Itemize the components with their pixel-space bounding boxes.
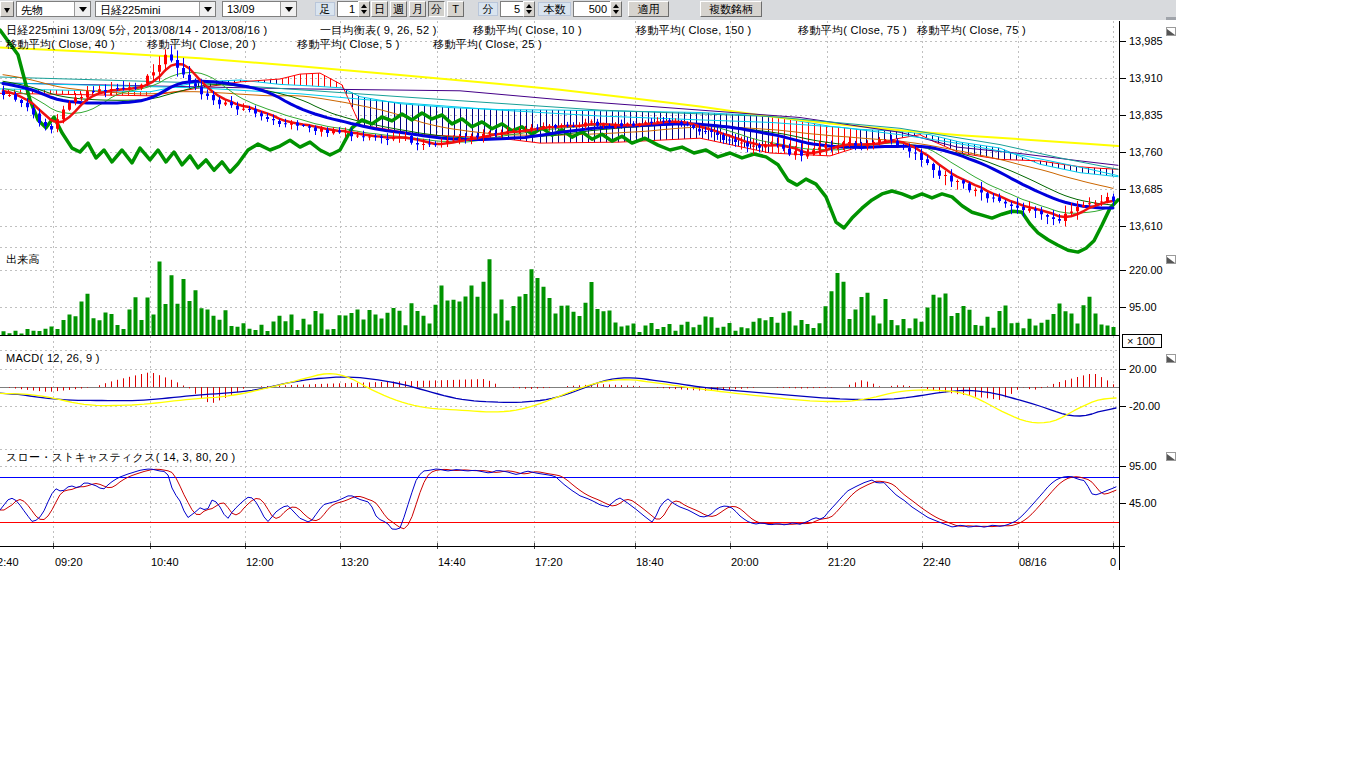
- time-axis-label: 14:40: [438, 556, 466, 568]
- apply-button[interactable]: 適用: [628, 1, 669, 17]
- bar-interval-spinner[interactable]: [358, 1, 370, 17]
- price-axis-label: 13,760: [1129, 146, 1163, 158]
- pane-resize-icon[interactable]: [1167, 453, 1176, 461]
- stoch-axis-label: 45.00: [1129, 497, 1157, 509]
- time-axis-label: 0: [1110, 556, 1116, 568]
- time-axis-label: 12:00: [246, 556, 274, 568]
- multi-symbol-button[interactable]: 複数銘柄: [700, 1, 762, 17]
- volume-multiplier-badge: × 100: [1122, 334, 1162, 348]
- stochastics-pane: [0, 478, 1119, 523]
- volume-axis-label: 95.00: [1129, 301, 1157, 313]
- chart-canvas[interactable]: 13,985 13,910 13,835 13,760 13,685 13,610 220.…: [0, 0, 1176, 600]
- minute-input[interactable]: 5: [500, 1, 524, 17]
- legend-symbol: 日経225mini 13/09( 5分, 2013/08/14 - 2013/0…: [6, 23, 267, 38]
- pane-resize-icon[interactable]: [1167, 355, 1176, 363]
- toolbar-edge-strip: [1166, 17, 1176, 20]
- toolbar: 先物 日経225mini 13/09 足 1 日 週 月 分 T 分 5 本数 …: [0, 0, 1176, 20]
- time-axis-label: 18:40: [636, 556, 664, 568]
- pane-resize-icon[interactable]: [1167, 256, 1176, 264]
- legend-ma10: 移動平均( Close, 10 ): [473, 23, 582, 38]
- instrument-type-select[interactable]: 先物: [16, 1, 91, 17]
- instrument-type-value: 先物: [17, 2, 74, 16]
- time-axis-label: 10:40: [151, 556, 179, 568]
- price-axis-label: 13,985: [1129, 35, 1163, 47]
- gridlines: [0, 21, 1119, 549]
- trading-chart-app: 13,985 13,910 13,835 13,760 13,685 13,610 220.…: [0, 0, 1366, 768]
- legend-ma40: 移動平均( Close, 40 ): [6, 37, 115, 52]
- price-axis-label: 13,835: [1129, 109, 1163, 121]
- pane-resize-icon[interactable]: [1167, 28, 1176, 36]
- minute-spinner[interactable]: [523, 1, 535, 17]
- time-axis-label: 21:20: [828, 556, 856, 568]
- legend-ichimoku: 一目均衡表( 9, 26, 52 ): [320, 23, 437, 38]
- period-day-button[interactable]: 日: [371, 1, 388, 17]
- bar-count-label: 本数: [538, 2, 571, 16]
- time-axis-label: 20:00: [731, 556, 759, 568]
- bar-interval-input[interactable]: 1: [337, 1, 359, 17]
- period-tick-button[interactable]: T: [447, 1, 464, 17]
- time-axis-label: 02:40: [0, 556, 19, 568]
- minute-label: 分: [478, 2, 498, 16]
- legend-ma75-2: 移動平均( Close, 75 ): [917, 23, 1026, 38]
- volume-pane-label: 出来高: [6, 252, 40, 267]
- mini-dropdown-button[interactable]: [0, 1, 14, 17]
- price-axis-label: 13,610: [1129, 220, 1163, 232]
- macd-pane-label: MACD( 12, 26, 9 ): [6, 352, 100, 364]
- contract-month-select[interactable]: 13/09: [222, 1, 297, 17]
- legend-ma150: 移動平均( Close, 150 ): [636, 23, 751, 38]
- period-week-button[interactable]: 週: [390, 1, 407, 17]
- macd-axis-label: 20.00: [1129, 363, 1157, 375]
- time-axis-label: 17:20: [535, 556, 563, 568]
- time-axis-label: 08/16: [1019, 556, 1047, 568]
- symbol-value: 日経225mini: [96, 2, 199, 16]
- bar-count-input[interactable]: 500: [573, 1, 611, 17]
- contract-month-value: 13/09: [223, 2, 280, 16]
- price-axis-label: 13,685: [1129, 183, 1163, 195]
- bar-count-spinner[interactable]: [610, 1, 622, 17]
- time-axis-label: 22:40: [923, 556, 951, 568]
- legend-ma25: 移動平均( Close, 25 ): [433, 37, 542, 52]
- stoch-axis-label: 95.00: [1129, 460, 1157, 472]
- period-month-button[interactable]: 月: [409, 1, 426, 17]
- chevron-down-icon[interactable]: [199, 2, 215, 16]
- axes: 13,985 13,910 13,835 13,760 13,685 13,610 220.…: [0, 21, 1176, 570]
- period-minute-button[interactable]: 分: [428, 1, 445, 17]
- time-axis-label: 13:20: [341, 556, 369, 568]
- chevron-down-icon[interactable]: [280, 2, 296, 16]
- stoch-pane-label: スロー・ストキャスティクス( 14, 3, 80, 20 ): [6, 450, 235, 465]
- symbol-select[interactable]: 日経225mini: [95, 1, 216, 17]
- stoch-d-line: [0, 469, 1116, 529]
- legend-ma5: 移動平均( Close, 5 ): [297, 37, 400, 52]
- legend-ma75-1: 移動平均( Close, 75 ): [798, 23, 907, 38]
- time-axis-label: 09:20: [55, 556, 83, 568]
- price-axis-label: 13,910: [1129, 72, 1163, 84]
- bar-type-label: 足: [315, 2, 335, 16]
- legend-ma20: 移動平均( Close, 20 ): [147, 37, 256, 52]
- volume-axis-label: 220.00: [1129, 264, 1163, 276]
- stoch-k-line: [0, 469, 1116, 529]
- chevron-down-icon[interactable]: [74, 2, 90, 16]
- macd-axis-label: -20.00: [1129, 400, 1160, 412]
